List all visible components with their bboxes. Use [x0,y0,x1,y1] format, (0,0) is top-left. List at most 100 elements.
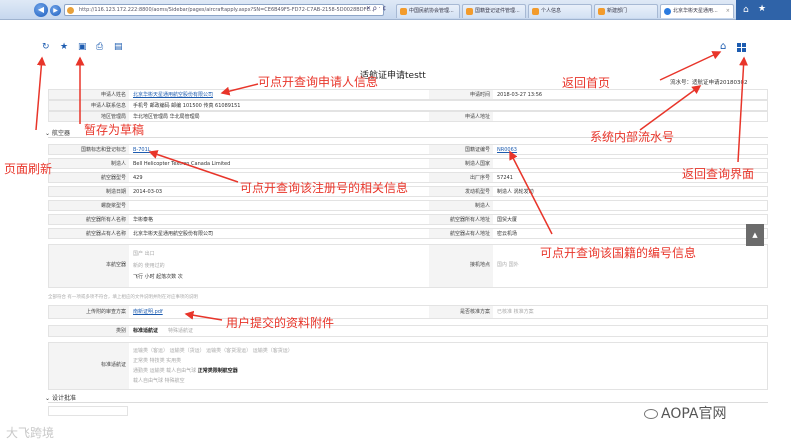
nationality-cert-link[interactable]: NR0063 [494,145,694,154]
grid-menu-icon[interactable] [737,43,746,52]
tab-favicon-icon [664,8,671,15]
registration-mark-link[interactable]: B-701L [130,145,430,154]
tab-close-icon[interactable]: × [726,5,730,18]
aircraft-row-occupier: 航空器占有人名称 北京华彬天星通用航空股份有限公司 航空器占有人地址 密云机场 [48,228,768,239]
owner-address: 国贸大厦 [497,217,518,223]
field-label: 是否核准方案 [429,306,493,318]
field-label: 国籍证编号 [429,145,493,154]
browser-favorites-icon[interactable]: ★ [758,4,766,14]
watermark-left: 大飞跨境 [6,426,55,440]
field-label: 航空器占有人地址 [429,229,493,238]
annotation-query-applicant: 可点开查询申请人信息 [258,75,379,89]
annotation-query-nationality: 可点开查询该国籍的编号信息 [540,246,697,260]
origin-options[interactable]: 国产 出口 [130,249,155,258]
scroll-top-button[interactable]: ▲ [746,224,764,246]
commuter-text: 通勤类 运输类 载人自由气球 [133,368,198,374]
compliance-hint: 全部符合 有一项或多项不符合，填上相应的文件说明并附在对应事项的说明 [48,295,198,300]
address-tools[interactable]: ✕ ρ · ¢ [366,5,386,12]
attachment-row: 上传附的审查方案 南新证明.pdf 是否核准方案 已核准 核准方案 [48,305,768,319]
browser-tab-active[interactable]: 北京华彬天星通用... × [660,4,734,18]
field-label: 本航空器 [49,245,129,287]
field-label: 航空器所有人名称 [49,215,129,224]
back-arrow-icon[interactable]: ◀ [34,3,48,17]
applicant-row-contact: 申请人联系信息 手机号 邮政编码 邮编 101500 传真 61089151 [48,100,768,111]
tab-favicon-icon [598,8,605,15]
field-label: 国籍标志和登记标志 [49,145,129,154]
tab-label: 国籍登记证件管理... [475,8,520,14]
watermark-text: AOPA官网 [661,406,727,422]
annotation-query-registration: 可点开查询该注册号的相关信息 [240,181,409,195]
tab-label: 北京华彬天星通用... [673,8,718,14]
applicant-contact: 手机号 邮政编码 邮编 101500 传真 61089151 [133,103,241,109]
home-icon[interactable]: ⌂ [720,41,726,52]
attachment-file-link[interactable]: 南新证明.pdf [130,306,163,318]
section-title: 航空器 [51,130,70,137]
commuter-options[interactable]: 通勤类 运输类 载人自由气球 正常类限制航空器 [130,366,238,375]
field-label: 发动机型号 [429,187,493,196]
annotation-refresh: 页面刷新 [4,162,53,176]
section-design[interactable]: ⌄ 设计批准 [45,393,76,402]
site-favicon-icon [67,7,74,14]
forward-arrow-icon[interactable]: ▶ [50,5,61,16]
annotation-serial: 系统内部流水号 [590,130,675,144]
section-aircraft[interactable]: ⌄ 航空器 [45,128,70,137]
browser-tab-4[interactable]: 新建部门 [594,4,658,18]
applicant-row-region: 地区管理局 华北地区管理局 华北局管理局 申请人地址 [48,111,768,122]
export-icon[interactable]: ▤ [114,42,123,52]
region-admin: 华北地区管理局 华北局管理局 [133,114,200,120]
occupier-name: 北京华彬天星通用航空股份有限公司 [133,231,214,237]
balloon-options[interactable]: 载人自由气球 特殊航空 [130,376,185,385]
field-label: 接机地点 [429,245,493,287]
transport-options[interactable]: 运输类（客运） 运输类（货运） 运输类（客货混运） 运输类（客货运） [130,346,293,355]
applicant-name-link[interactable]: 北京华彬天星通用航空股份有限公司 [130,90,430,99]
owner-name: 华彬泰格 [133,217,154,223]
refresh-icon[interactable]: ↻ [42,42,50,52]
field-label: 航空器所有人地址 [429,215,493,224]
annotation-back-query: 返回查询界面 [682,167,755,181]
browser-tab-3[interactable]: 个人信息 [528,4,592,18]
favorite-star-icon[interactable]: ★ [60,42,68,52]
browser-tab-1[interactable]: 中国民航协会管理... [396,4,460,18]
browser-tab-2[interactable]: 国籍登记证件管理... [462,4,526,18]
design-row [48,406,128,416]
serial-number-factory: 57241 [497,175,513,181]
tab-label: 中国民航协会管理... [409,8,454,14]
pickup-location-options[interactable]: 国内 国外 [494,245,519,287]
occupier-address: 密云机场 [497,231,518,237]
field-label: 出厂序号 [429,173,493,182]
aircraft-row-maker: 制造人 Bell Helicopter Textron Canada Limit… [48,158,768,169]
save-icon[interactable]: ▣ [78,42,87,52]
normal-options[interactable]: 正常类 特技类 实用类 [130,356,181,365]
field-label: 制造人国家 [429,159,493,168]
tab-favicon-icon [532,8,539,15]
usage-options[interactable]: 新的 使用过的 [130,261,165,270]
restricted-selected: 正常类限制航空器 [197,368,238,374]
arrow-home [659,51,722,81]
section-title: 设计批准 [51,395,76,402]
field-label: 制造日期 [49,187,129,196]
tab-favicon-icon [466,8,473,15]
standard-cert-row: 标准适航证 运输类（客运） 运输类（货运） 运输类（客货混运） 运输类（客货运）… [48,342,768,390]
field-label: 申请人联系信息 [49,101,129,110]
category-selected[interactable]: 标准适航证 [130,326,158,336]
category-other[interactable]: 特殊适航证 [165,326,193,336]
aircraft-row-owner: 航空器所有人名称 华彬泰格 航空器所有人地址 国贸大厦 [48,214,768,225]
tab-label: 新建部门 [607,8,628,14]
approval-options[interactable]: 已核准 核准方案 [494,306,534,318]
apply-time: 2018-03-27 13:56 [497,92,543,98]
field-label: 申请人姓名 [49,90,129,99]
browser-home-icon[interactable]: ⌂ [743,5,749,15]
category-row: 类别 标准适航证 特殊适航证 [48,325,768,337]
browser-toolbar: ◀ ▶ http://116.123.172.222:8800/aoms/Sid… [0,0,791,20]
applicant-row-name: 申请人姓名 北京华彬天星通用航空股份有限公司 申请时间 2018-03-27 1… [48,89,768,100]
aircraft-row-reg: 国籍标志和登记标志 B-701L 国籍证编号 NR0063 [48,144,768,155]
annotation-attachment: 用户提交的资料附件 [226,316,335,330]
print-icon[interactable]: ⎙ [96,42,103,52]
watermark-right: AOPA官网 [644,403,726,423]
tab-label: 个人信息 [541,8,562,14]
aircraft-row-propeller: 螺旋桨型号 制造人 [48,200,768,211]
address-bar[interactable]: http://116.123.172.222:8800/aoms/Sidebar… [64,4,384,16]
field-label: 标准适航证 [49,343,129,389]
tab-favicon-icon [400,8,407,15]
field-label: 制造人 [49,159,129,168]
